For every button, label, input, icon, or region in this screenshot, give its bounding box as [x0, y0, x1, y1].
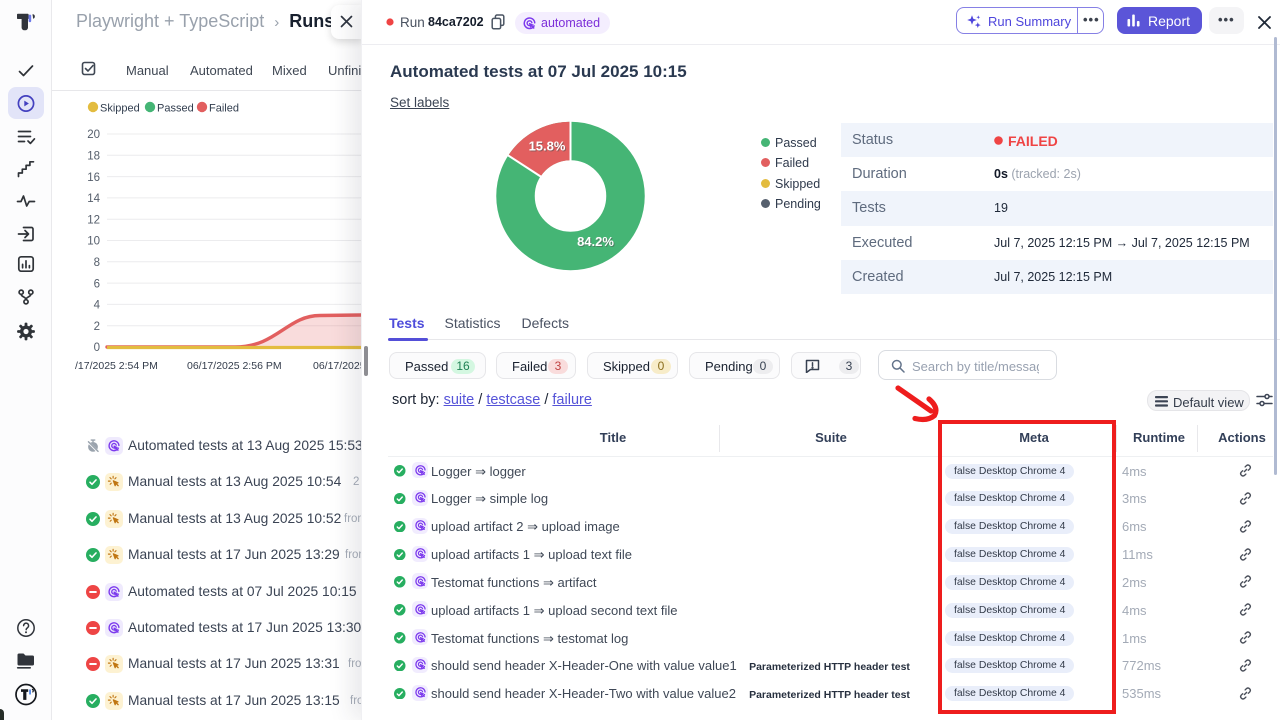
svg-text:4: 4 [94, 300, 101, 312]
svg-text:06/17/2025 2:56 PM: 06/17/2025 2:56 PM [187, 360, 282, 372]
svg-text:16: 16 [87, 172, 100, 184]
svg-text:6: 6 [94, 278, 100, 290]
svg-text:18: 18 [87, 151, 100, 163]
svg-text:12: 12 [87, 214, 100, 226]
svg-text:20: 20 [87, 129, 100, 141]
svg-text:Failed: Failed [209, 103, 239, 115]
svg-text:06/17/2025 2:58 PM: 06/17/2025 2:58 PM [313, 360, 361, 372]
svg-text:10: 10 [87, 236, 100, 248]
svg-text:2: 2 [94, 321, 100, 333]
svg-text:15.8%: 15.8% [529, 139, 566, 154]
svg-text:0: 0 [94, 342, 100, 354]
svg-text:8: 8 [94, 257, 100, 269]
svg-text:84.2%: 84.2% [577, 234, 614, 249]
svg-text:Skipped: Skipped [100, 103, 140, 115]
svg-text:14: 14 [87, 193, 100, 205]
svg-text:Passed: Passed [157, 103, 194, 115]
svg-text:/17/2025 2:54 PM: /17/2025 2:54 PM [75, 360, 158, 372]
